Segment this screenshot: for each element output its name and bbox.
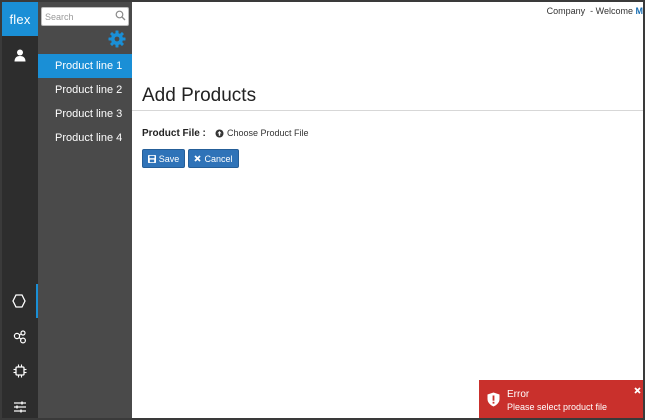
top-header: Company - Welcome M [132,2,643,22]
brand-logo[interactable]: flex [2,2,38,36]
cancel-button-label: Cancel [204,153,233,164]
user-name-link[interactable]: M [636,6,644,16]
close-icon[interactable] [634,387,641,394]
choose-product-file-label: Choose Product File [227,128,309,138]
user-button[interactable] [2,38,38,72]
welcome-label: - Welcome [590,6,633,16]
sidebar-item-label: Product line 2 [55,84,123,96]
sidebar-item-product-line-3[interactable]: Product line 3 [38,102,132,126]
close-icon [194,155,202,162]
search-box [41,7,129,26]
gear-icon[interactable] [108,30,126,48]
error-toast: Error Please select product file [479,380,643,418]
choose-product-file-button[interactable]: Choose Product File [215,128,309,138]
hierarchy-button[interactable] [2,320,38,354]
floppy-disk-icon [147,154,156,163]
sidebar-item-label: Product line 4 [55,132,123,144]
chip-button[interactable] [2,354,38,388]
sidebar-item-product-line-4[interactable]: Product line 4 [38,126,132,150]
chip-icon [13,364,27,378]
save-button[interactable]: Save [142,149,185,168]
toast-title: Error [507,389,530,400]
search-input[interactable] [42,8,114,25]
settings-sliders-button[interactable] [2,390,38,418]
save-button-label: Save [158,153,180,164]
page-title: Add Products [142,85,257,106]
sidebar-item-label: Product line 1 [55,60,123,72]
search-icon[interactable] [115,10,126,21]
hierarchy-icon [13,330,27,344]
sidebar-item-product-line-2[interactable]: Product line 2 [38,78,132,102]
app-window: flex Search Product line 1 Product line … [0,0,645,420]
hexagon-icon [12,294,26,308]
toast-message: Please select product file [507,402,608,412]
shield-alert-icon [487,392,500,407]
hexagon-button[interactable] [2,284,38,318]
brand-logo-text: flex [9,11,31,27]
icon-rail: flex [2,2,38,418]
product-line-sidebar: Product line 1 Product line 2 Product li… [38,2,132,418]
sidebar-item-label: Product line 3 [55,108,123,120]
sliders-icon [14,401,26,413]
cancel-button[interactable]: Cancel [188,149,239,168]
sidebar-item-product-line-1[interactable]: Product line 1 [38,54,132,78]
upload-circle-icon [215,129,224,137]
title-divider [132,110,643,111]
user-icon [14,49,26,61]
product-file-label: Product File : [142,128,206,139]
welcome-text: Company - Welcome M [547,6,643,16]
company-label[interactable]: Company [547,6,586,16]
